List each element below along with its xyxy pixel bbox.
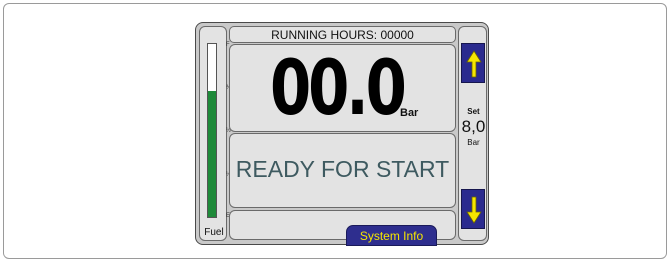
setpoint-down-button[interactable] — [461, 189, 485, 229]
running-hours-bar: RUNNING HOURS: 00000 — [229, 26, 456, 43]
fuel-level-bar — [207, 43, 217, 218]
setpoint-up-button[interactable] — [461, 43, 485, 83]
controller-display: F ¾ ½ ¼ E Fuel RUNNING HOURS: 00000 00.0… — [195, 22, 489, 246]
system-info-button[interactable]: System Info — [346, 225, 437, 246]
running-hours-text: RUNNING HOURS: 00000 — [271, 28, 414, 42]
pressure-unit: Bar — [400, 107, 419, 119]
status-display: READY FOR START — [229, 133, 456, 208]
setpoint-unit: Bar — [467, 138, 480, 147]
arrow-down-icon — [466, 196, 482, 224]
setpoint-label: Set — [467, 107, 480, 116]
fuel-gauge: F ¾ ½ ¼ E Fuel — [199, 26, 231, 241]
setpoint-column: Set 8,0 Bar — [458, 26, 487, 241]
pressure-value: 00.0 — [270, 43, 407, 132]
pressure-display: 00.0 Bar — [229, 44, 456, 132]
status-message: READY FOR START — [235, 156, 450, 182]
arrow-up-icon — [466, 50, 482, 78]
fuel-label: Fuel — [204, 227, 224, 238]
fuel-level-fill — [208, 90, 216, 217]
setpoint-value: 8,0 — [461, 117, 486, 136]
